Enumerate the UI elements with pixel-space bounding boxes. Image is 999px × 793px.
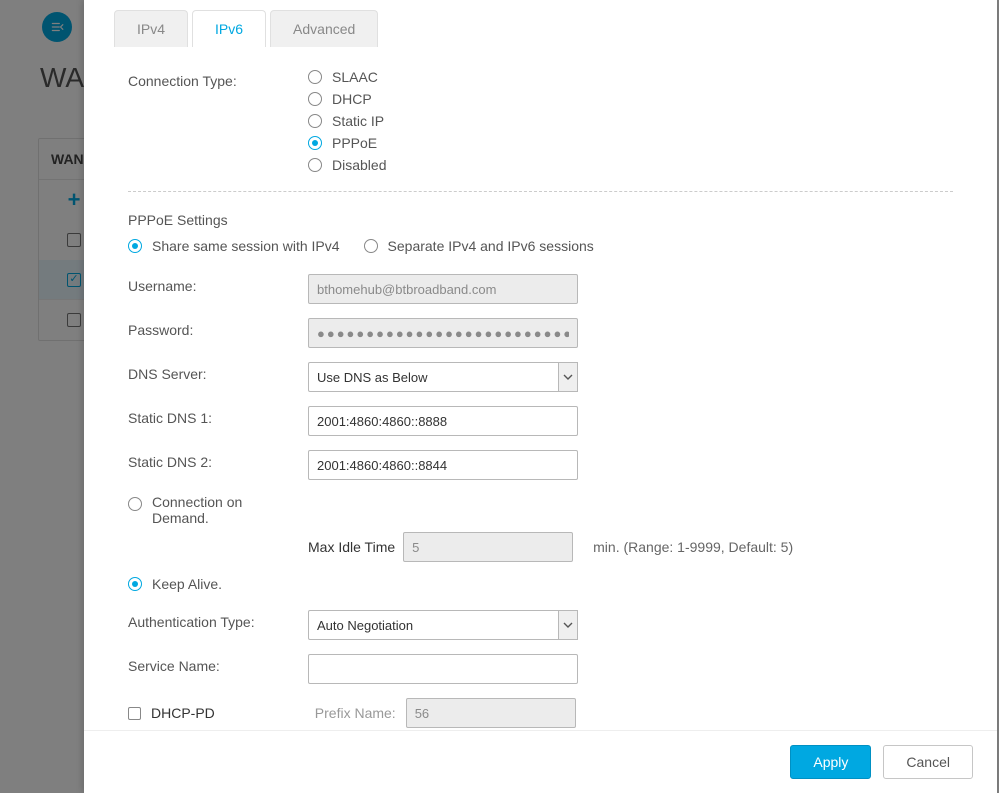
pppoe-settings-heading: PPPoE Settings: [128, 212, 953, 228]
max-idle-field: [403, 532, 573, 562]
radio-label: SLAAC: [332, 69, 378, 85]
password-field: [308, 318, 578, 348]
connection-on-demand-radio[interactable]: Connection on Demand.: [128, 494, 288, 526]
conn-type-dhcp[interactable]: DHCP: [308, 91, 953, 107]
radio-label: Disabled: [332, 157, 386, 173]
prefix-name-label: Prefix Name:: [315, 705, 396, 721]
static-dns2-field[interactable]: [308, 450, 578, 480]
max-idle-label: Max Idle Time: [308, 539, 395, 555]
modal-footer: Apply Cancel: [84, 730, 997, 793]
cancel-button[interactable]: Cancel: [883, 745, 973, 779]
static-dns1-label: Static DNS 1:: [128, 406, 308, 426]
radio-label: DHCP: [332, 91, 372, 107]
keep-alive-radio[interactable]: Keep Alive.: [128, 576, 953, 592]
conn-type-slaac[interactable]: SLAAC: [308, 69, 953, 85]
static-dns1-field[interactable]: [308, 406, 578, 436]
radio-icon: [308, 92, 322, 106]
radio-label: Static IP: [332, 113, 384, 129]
settings-modal: IPv4 IPv6 Advanced Connection Type: SLAA…: [84, 0, 997, 793]
radio-icon: [308, 114, 322, 128]
auth-type-label: Authentication Type:: [128, 610, 308, 630]
radio-icon: [308, 136, 322, 150]
dns-server-label: DNS Server:: [128, 362, 308, 382]
username-field: [308, 274, 578, 304]
tab-bar: IPv4 IPv6 Advanced: [84, 0, 997, 47]
tab-ipv6[interactable]: IPv6: [192, 10, 266, 47]
form-pane: Connection Type: SLAAC DHCP Static IP PP…: [84, 47, 997, 730]
radio-icon: [128, 577, 142, 591]
radio-label: Separate IPv4 and IPv6 sessions: [388, 238, 594, 254]
service-name-field[interactable]: [308, 654, 578, 684]
max-idle-hint: min. (Range: 1-9999, Default: 5): [593, 539, 793, 555]
conn-type-pppoe[interactable]: PPPoE: [308, 135, 953, 151]
session-share-radio[interactable]: Share same session with IPv4: [128, 238, 340, 254]
dns-server-select[interactable]: Use DNS as Below: [308, 362, 578, 392]
username-label: Username:: [128, 274, 308, 294]
connection-type-label: Connection Type:: [128, 69, 308, 89]
password-label: Password:: [128, 318, 308, 338]
apply-button[interactable]: Apply: [790, 745, 871, 779]
section-divider: [128, 191, 953, 192]
radio-icon: [364, 239, 378, 253]
auth-type-select[interactable]: Auto Negotiation: [308, 610, 578, 640]
static-dns2-label: Static DNS 2:: [128, 450, 308, 470]
radio-label: Keep Alive.: [152, 576, 222, 592]
dhcp-pd-label: DHCP-PD: [151, 705, 215, 721]
prefix-name-field: [406, 698, 576, 728]
session-separate-radio[interactable]: Separate IPv4 and IPv6 sessions: [364, 238, 594, 254]
service-name-label: Service Name:: [128, 654, 308, 674]
dhcp-pd-checkbox[interactable]: [128, 707, 141, 720]
radio-icon: [128, 497, 142, 511]
radio-icon: [128, 239, 142, 253]
conn-type-disabled[interactable]: Disabled: [308, 157, 953, 173]
radio-icon: [308, 158, 322, 172]
conn-type-static-ip[interactable]: Static IP: [308, 113, 953, 129]
radio-label: PPPoE: [332, 135, 377, 151]
tab-ipv4[interactable]: IPv4: [114, 10, 188, 47]
radio-icon: [308, 70, 322, 84]
radio-label: Share same session with IPv4: [152, 238, 340, 254]
radio-label: Connection on Demand.: [152, 494, 288, 526]
tab-advanced[interactable]: Advanced: [270, 10, 378, 47]
